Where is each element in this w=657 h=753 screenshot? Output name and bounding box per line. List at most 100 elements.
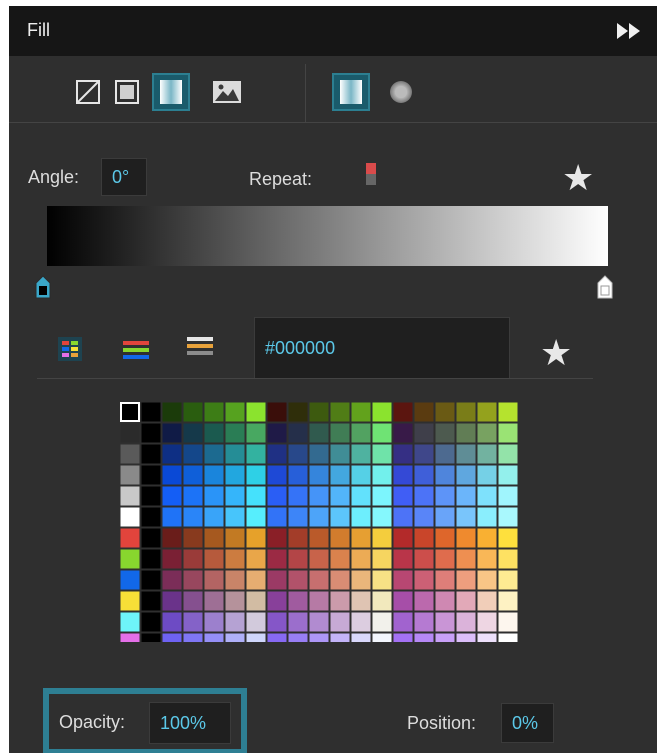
color-swatch[interactable]: [225, 528, 245, 548]
color-swatch[interactable]: [288, 633, 308, 643]
color-swatch[interactable]: [162, 549, 182, 569]
color-swatch[interactable]: [393, 633, 413, 643]
color-swatch[interactable]: [120, 444, 140, 464]
color-swatch[interactable]: [309, 402, 329, 422]
image-fill-button[interactable]: [212, 79, 242, 105]
color-swatch[interactable]: [435, 591, 455, 611]
color-swatch[interactable]: [456, 528, 476, 548]
color-swatch[interactable]: [225, 423, 245, 443]
color-swatch[interactable]: [414, 549, 434, 569]
color-swatch[interactable]: [372, 549, 392, 569]
solid-fill-button[interactable]: [114, 79, 140, 105]
favorite-gradient-star-icon[interactable]: ★: [562, 160, 594, 196]
color-swatch[interactable]: [309, 486, 329, 506]
color-swatch[interactable]: [372, 612, 392, 632]
gradient-preview-bar[interactable]: [47, 206, 608, 266]
color-swatch[interactable]: [351, 570, 371, 590]
color-swatch[interactable]: [183, 465, 203, 485]
color-swatch[interactable]: [372, 528, 392, 548]
color-swatch[interactable]: [225, 612, 245, 632]
color-swatch[interactable]: [120, 633, 140, 643]
color-swatch[interactable]: [246, 549, 266, 569]
color-swatch[interactable]: [162, 612, 182, 632]
color-swatch[interactable]: [267, 549, 287, 569]
color-swatch[interactable]: [141, 507, 161, 527]
repeat-toggle[interactable]: [366, 163, 376, 185]
color-swatch[interactable]: [183, 486, 203, 506]
color-swatch[interactable]: [372, 570, 392, 590]
color-swatch[interactable]: [498, 402, 518, 422]
color-swatch[interactable]: [141, 465, 161, 485]
gradient-fill-button[interactable]: [152, 73, 190, 111]
color-swatch[interactable]: [246, 591, 266, 611]
color-swatch[interactable]: [330, 549, 350, 569]
color-swatch[interactable]: [267, 423, 287, 443]
linear-gradient-button[interactable]: [332, 73, 370, 111]
color-swatch[interactable]: [456, 444, 476, 464]
color-swatch[interactable]: [267, 528, 287, 548]
color-swatch[interactable]: [288, 444, 308, 464]
color-swatch[interactable]: [204, 528, 224, 548]
color-swatch[interactable]: [351, 465, 371, 485]
color-swatch[interactable]: [225, 465, 245, 485]
gradient-stop-end[interactable]: [597, 275, 613, 299]
color-swatch[interactable]: [288, 402, 308, 422]
color-swatch[interactable]: [456, 507, 476, 527]
swatch-list-mode-button[interactable]: [187, 336, 213, 358]
color-swatch[interactable]: [414, 423, 434, 443]
hex-color-input[interactable]: #000000: [254, 317, 510, 379]
color-swatch[interactable]: [477, 507, 497, 527]
color-swatch[interactable]: [120, 528, 140, 548]
color-swatch[interactable]: [183, 402, 203, 422]
color-swatch[interactable]: [414, 465, 434, 485]
color-swatch[interactable]: [414, 633, 434, 643]
color-swatch[interactable]: [204, 549, 224, 569]
color-swatch[interactable]: [393, 612, 413, 632]
color-swatch[interactable]: [309, 528, 329, 548]
color-swatch[interactable]: [351, 444, 371, 464]
color-swatch[interactable]: [183, 444, 203, 464]
color-swatch[interactable]: [288, 528, 308, 548]
color-swatch[interactable]: [120, 612, 140, 632]
color-swatch[interactable]: [393, 486, 413, 506]
color-swatch[interactable]: [225, 549, 245, 569]
color-swatch[interactable]: [456, 549, 476, 569]
color-swatch[interactable]: [204, 507, 224, 527]
color-swatch[interactable]: [120, 507, 140, 527]
color-swatch[interactable]: [120, 402, 140, 422]
color-swatch[interactable]: [246, 486, 266, 506]
color-swatch[interactable]: [309, 465, 329, 485]
color-swatch[interactable]: [372, 423, 392, 443]
color-swatch[interactable]: [288, 591, 308, 611]
color-swatch[interactable]: [435, 612, 455, 632]
color-swatch[interactable]: [393, 570, 413, 590]
color-swatch[interactable]: [309, 591, 329, 611]
color-swatch[interactable]: [477, 486, 497, 506]
color-swatch[interactable]: [204, 402, 224, 422]
color-swatch[interactable]: [435, 528, 455, 548]
color-swatch[interactable]: [393, 465, 413, 485]
color-swatch[interactable]: [372, 591, 392, 611]
color-swatch[interactable]: [246, 633, 266, 643]
color-swatch[interactable]: [498, 549, 518, 569]
color-swatch[interactable]: [498, 423, 518, 443]
color-swatch[interactable]: [330, 570, 350, 590]
color-swatch[interactable]: [162, 465, 182, 485]
color-swatch[interactable]: [246, 507, 266, 527]
color-swatch[interactable]: [204, 444, 224, 464]
color-swatch[interactable]: [309, 507, 329, 527]
color-swatch[interactable]: [183, 570, 203, 590]
color-swatch[interactable]: [225, 444, 245, 464]
color-swatch[interactable]: [141, 402, 161, 422]
color-swatch[interactable]: [225, 507, 245, 527]
color-swatch[interactable]: [414, 570, 434, 590]
color-swatch[interactable]: [456, 570, 476, 590]
color-swatch[interactable]: [141, 633, 161, 643]
color-swatch[interactable]: [309, 633, 329, 643]
color-swatch[interactable]: [141, 444, 161, 464]
color-swatch[interactable]: [456, 591, 476, 611]
color-swatch[interactable]: [477, 402, 497, 422]
color-swatch[interactable]: [414, 402, 434, 422]
color-swatch[interactable]: [498, 633, 518, 643]
color-swatch[interactable]: [498, 612, 518, 632]
